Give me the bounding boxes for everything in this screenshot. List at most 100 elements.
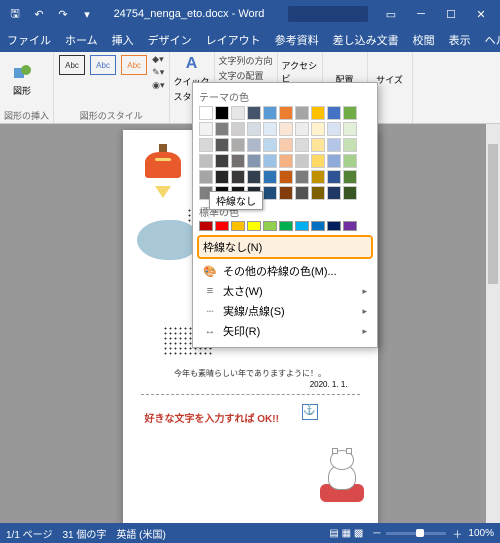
language-indicator[interactable]: 英語 (米国) [116,526,165,541]
tab-home[interactable]: ホーム [58,28,105,52]
color-swatch[interactable] [343,122,357,136]
color-swatch[interactable] [215,138,229,152]
color-swatch[interactable] [295,170,309,184]
color-swatch[interactable] [247,154,261,168]
color-swatch[interactable] [279,122,293,136]
view-buttons[interactable]: ▤ ▦ ▩ [329,528,363,539]
shape-style-gallery[interactable]: Abc Abc Abc [58,54,148,76]
tab-design[interactable]: デザイン [141,28,199,52]
color-swatch[interactable] [247,138,261,152]
minimize-icon[interactable]: ─ [406,0,436,28]
qat-dropdown-icon[interactable]: ▾ [76,3,98,25]
color-swatch[interactable] [215,106,229,120]
color-swatch[interactable] [279,221,293,231]
color-swatch[interactable] [199,170,213,184]
redo-icon[interactable]: ↷ [52,3,74,25]
color-swatch[interactable] [247,106,261,120]
color-swatch[interactable] [231,106,245,120]
weight-item[interactable]: ≡太さ(W)▸ [199,281,371,301]
color-swatch[interactable] [247,170,261,184]
tab-references[interactable]: 参考資料 [268,28,326,52]
color-swatch[interactable] [247,122,261,136]
no-outline-item[interactable]: 枠線なし(N) [197,235,373,259]
color-swatch[interactable] [215,170,229,184]
color-swatch[interactable] [263,170,277,184]
color-swatch[interactable] [311,186,325,200]
color-swatch[interactable] [199,138,213,152]
align-text-button[interactable]: 文字の配置 [219,69,273,82]
color-swatch[interactable] [327,138,341,152]
color-swatch[interactable] [215,221,229,231]
style-swatch-3[interactable]: Abc [121,55,147,75]
color-swatch[interactable] [231,221,245,231]
color-swatch[interactable] [279,106,293,120]
insert-shapes-button[interactable]: 図形 [4,54,40,104]
user-account[interactable] [288,6,368,22]
color-swatch[interactable] [231,170,245,184]
color-swatch[interactable] [279,154,293,168]
color-swatch[interactable] [231,154,245,168]
zoom-out-button[interactable]: ─ [373,528,380,539]
color-swatch[interactable] [327,170,341,184]
color-swatch[interactable] [311,170,325,184]
color-swatch[interactable] [343,221,357,231]
vertical-scrollbar[interactable] [486,124,500,523]
greeting-text[interactable]: 今年も素晴らしい年でありますように！。 [123,368,378,379]
color-swatch[interactable] [343,106,357,120]
color-swatch[interactable] [231,122,245,136]
shape-effects-button[interactable]: ◉▾ [152,80,164,91]
shape-fill-button[interactable]: ◆▾ [152,54,164,65]
color-swatch[interactable] [343,170,357,184]
page-count[interactable]: 1/1 ページ [6,526,52,541]
color-swatch[interactable] [295,186,309,200]
tab-insert[interactable]: 挿入 [105,28,141,52]
color-swatch[interactable] [311,221,325,231]
tab-help[interactable]: ヘルプ [478,28,500,52]
color-swatch[interactable] [263,106,277,120]
color-swatch[interactable] [327,154,341,168]
color-swatch[interactable] [279,138,293,152]
color-swatch[interactable] [279,186,293,200]
tab-layout[interactable]: レイアウト [199,28,268,52]
color-swatch[interactable] [231,138,245,152]
color-swatch[interactable] [199,221,213,231]
more-colors-item[interactable]: 🎨その他の枠線の色(M)... [199,261,371,281]
color-swatch[interactable] [295,122,309,136]
color-swatch[interactable] [279,170,293,184]
date-text[interactable]: 2020. 1. 1. [310,380,348,389]
close-icon[interactable]: ✕ [466,0,496,28]
undo-icon[interactable]: ↶ [28,3,50,25]
color-swatch[interactable] [327,106,341,120]
maximize-icon[interactable]: ☐ [436,0,466,28]
color-swatch[interactable] [215,122,229,136]
color-swatch[interactable] [295,154,309,168]
color-swatch[interactable] [247,221,261,231]
word-count[interactable]: 31 個の字 [62,526,106,541]
color-swatch[interactable] [343,154,357,168]
zoom-percent[interactable]: 100% [468,528,494,539]
zoom-in-button[interactable]: ＋ [452,526,462,541]
tab-view[interactable]: 表示 [442,28,478,52]
style-swatch-1[interactable]: Abc [59,55,85,75]
color-swatch[interactable] [311,106,325,120]
style-swatch-2[interactable]: Abc [90,55,116,75]
color-swatch[interactable] [295,138,309,152]
tab-mailings[interactable]: 差し込み文書 [326,28,406,52]
prompt-text[interactable]: 好きな文字を入力すれば OK!! [145,410,279,425]
ribbon-options-icon[interactable]: ▭ [376,0,406,28]
color-swatch[interactable] [311,154,325,168]
color-swatch[interactable] [295,221,309,231]
dashes-item[interactable]: ┈実線/点線(S)▸ [199,301,371,321]
shape-outline-button[interactable]: ✎▾ [152,67,164,78]
color-swatch[interactable] [263,122,277,136]
color-swatch[interactable] [327,221,341,231]
color-swatch[interactable] [263,154,277,168]
color-swatch[interactable] [263,138,277,152]
color-swatch[interactable] [343,186,357,200]
color-swatch[interactable] [215,154,229,168]
tab-review[interactable]: 校閲 [406,28,442,52]
color-swatch[interactable] [263,221,277,231]
scrollbar-thumb[interactable] [488,144,498,284]
color-swatch[interactable] [327,122,341,136]
tab-file[interactable]: ファイル [0,28,58,52]
